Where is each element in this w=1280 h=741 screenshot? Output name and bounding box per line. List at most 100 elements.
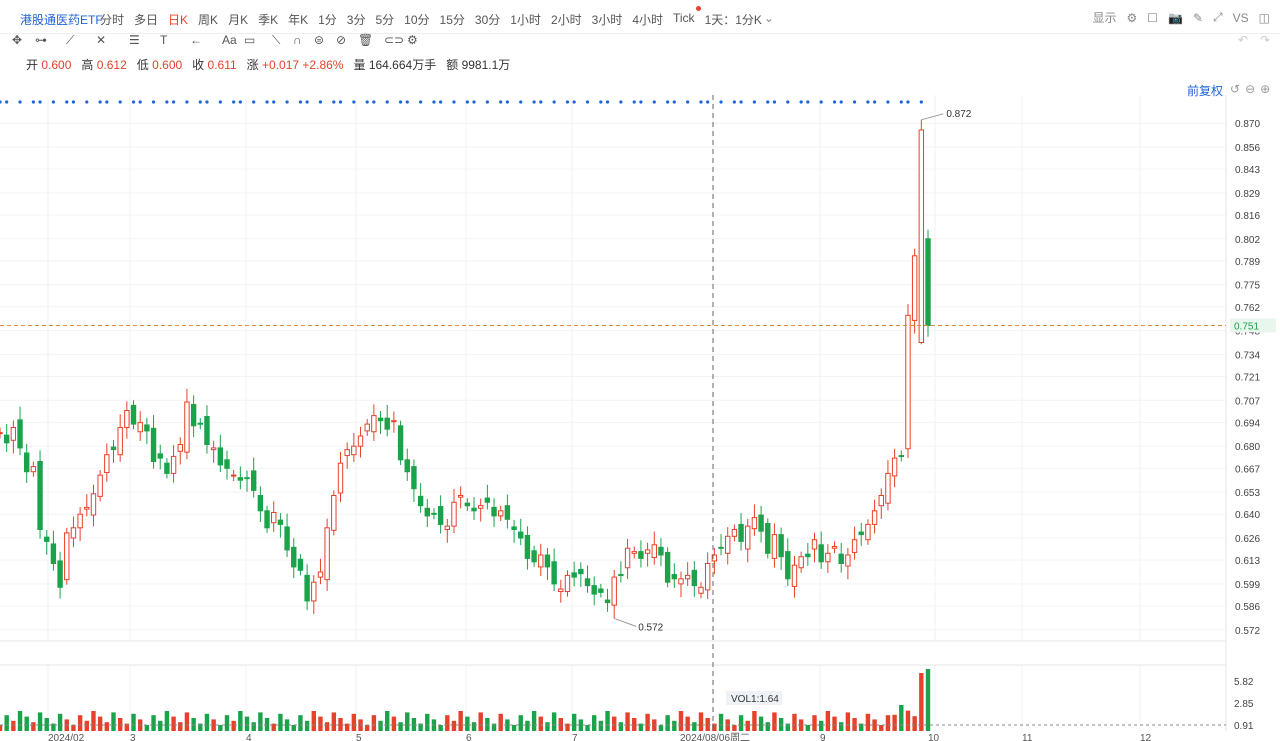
- hide-icon[interactable]: ⊘: [336, 33, 346, 47]
- comment-icon[interactable]: ▭: [244, 33, 255, 47]
- candle-body: [97, 474, 103, 497]
- signal-dot: [272, 100, 276, 104]
- volume-bar: [758, 716, 764, 731]
- volume-bar: [825, 711, 831, 731]
- zoom-in-icon[interactable]: ⊕: [1260, 82, 1270, 96]
- text-tool-icon[interactable]: T: [160, 33, 167, 47]
- signal-dot: [298, 100, 303, 104]
- candle-body: [631, 551, 637, 554]
- magnet-icon[interactable]: ∩: [293, 33, 302, 47]
- line-tool-icon[interactable]: ⊶: [35, 33, 47, 47]
- y-tick-label: 0.572: [1235, 626, 1260, 637]
- y-tick-label: 0.680: [1235, 442, 1260, 453]
- chevron-down-icon[interactable]: ⌄: [764, 11, 774, 28]
- right-tools: 显示 ⚙ ☐ 📷 ✎ ⤢ VS ◫: [1092, 9, 1270, 26]
- square-icon[interactable]: ☐: [1147, 11, 1158, 25]
- volume-bar: [832, 716, 837, 731]
- volume-bar: [618, 722, 624, 731]
- tab-period[interactable]: 季K: [258, 11, 278, 28]
- candle-body: [324, 527, 330, 581]
- expand-icon[interactable]: ⤢: [1213, 10, 1223, 25]
- symbol-title[interactable]: 港股通医药ETF: [20, 11, 103, 28]
- tab-period[interactable]: 2小时: [551, 11, 582, 28]
- signal-dot: [432, 100, 436, 104]
- volume-bar: [585, 725, 590, 731]
- ruler-icon[interactable]: ⟍: [272, 33, 280, 48]
- move-icon[interactable]: ✥: [12, 33, 22, 47]
- tab-period[interactable]: 4小时: [632, 11, 663, 28]
- signal-dot: [65, 100, 69, 104]
- tab-period[interactable]: 3小时: [592, 11, 623, 28]
- tab-period[interactable]: 1分: [318, 11, 337, 28]
- split-icon[interactable]: ◫: [1259, 11, 1270, 25]
- tab-period[interactable]: 分时: [100, 11, 124, 28]
- tab-period-tick[interactable]: Tick: [673, 6, 701, 28]
- candle-body: [891, 457, 898, 477]
- zoom-controls: ↺ ⊖ ⊕: [1230, 82, 1270, 96]
- arrow-tool-icon[interactable]: ←: [190, 33, 202, 47]
- y-tick-label: 0.734: [1235, 350, 1260, 361]
- signal-dot: [419, 100, 423, 104]
- volume-bar: [765, 722, 770, 731]
- candle-body: [10, 427, 17, 441]
- vs-button[interactable]: VS: [1233, 11, 1249, 25]
- signal-dot: [719, 100, 723, 104]
- cross-tool-icon[interactable]: ✕: [96, 33, 106, 47]
- volume-bar: [478, 712, 483, 731]
- y-tick-label: 0.667: [1235, 464, 1260, 475]
- redo-icon[interactable]: ↷: [1260, 33, 1270, 47]
- tab-period[interactable]: 周K: [198, 11, 218, 28]
- kline-chart[interactable]: 0.870 0.856 0.843 0.829 0.816 0.802 0.789 0.775…: [0, 95, 1280, 741]
- candle-body: [698, 586, 704, 594]
- tab-period[interactable]: 年K: [288, 11, 308, 28]
- candle-body: [498, 510, 504, 517]
- y-tick-label: 0.856: [1235, 143, 1260, 154]
- volume-bar: [511, 725, 517, 731]
- candle-body: [618, 574, 624, 577]
- candle-body: [918, 129, 925, 343]
- signal-dot: [372, 100, 376, 104]
- tab-period[interactable]: 多日: [134, 11, 158, 28]
- volume-bar: [251, 722, 256, 731]
- display-menu[interactable]: 显示: [1092, 9, 1116, 26]
- tab-period[interactable]: 3分: [347, 11, 366, 28]
- trash-icon[interactable]: 🗑: [358, 33, 373, 47]
- volume-bar: [364, 725, 370, 731]
- volume-label: 量: [353, 58, 366, 72]
- volume-bar: [792, 713, 797, 731]
- tab-period-dropdown[interactable]: 1天：1分K: [705, 11, 762, 28]
- tab-period[interactable]: 10分: [404, 11, 429, 28]
- volume-bar: [458, 711, 463, 731]
- signal-dot: [405, 100, 409, 104]
- volume-bar: [405, 712, 410, 731]
- reset-icon[interactable]: ↺: [1230, 82, 1240, 96]
- drawing-toolbar: ✥ ⊶ ⟋ ✕ ☰ T ← Aa ▭ ⟍ ∩ ⊜ ⊘ 🗑 ⊂⊃ ⚙ ↶ ↷: [0, 33, 1280, 50]
- tab-period[interactable]: 1小时: [510, 11, 541, 28]
- pen-icon[interactable]: ✎: [1193, 11, 1203, 25]
- zoom-out-icon[interactable]: ⊖: [1245, 82, 1255, 96]
- tab-period-active[interactable]: 日K: [168, 11, 188, 28]
- tab-period[interactable]: 5分: [375, 11, 394, 28]
- undo-icon[interactable]: ↶: [1238, 33, 1248, 47]
- candle-body: [110, 446, 117, 451]
- tab-period[interactable]: 月K: [228, 11, 248, 28]
- candle-body: [331, 495, 337, 531]
- volume-bar: [678, 711, 684, 731]
- settings-icon[interactable]: ⚙: [407, 33, 418, 47]
- camera-icon[interactable]: 📷: [1168, 11, 1183, 25]
- close-value: 0.611: [207, 58, 237, 72]
- volume-bar: [865, 713, 871, 731]
- tab-period[interactable]: 15分: [440, 11, 465, 28]
- link-icon[interactable]: ⊂⊃: [384, 33, 404, 47]
- candle-body: [351, 445, 357, 456]
- gear-icon[interactable]: ⚙: [1126, 11, 1137, 25]
- candle-body: [865, 523, 871, 541]
- fib-tool-icon[interactable]: ☰: [129, 33, 140, 47]
- tab-period[interactable]: 30分: [475, 11, 500, 28]
- font-tool-icon[interactable]: Aa: [222, 33, 237, 47]
- signal-dot: [819, 100, 823, 104]
- lock-icon[interactable]: ⊜: [314, 33, 324, 47]
- signal-dot: [619, 100, 623, 104]
- close-label: 收: [192, 58, 205, 72]
- trend-tool-icon[interactable]: ⟋: [66, 33, 74, 48]
